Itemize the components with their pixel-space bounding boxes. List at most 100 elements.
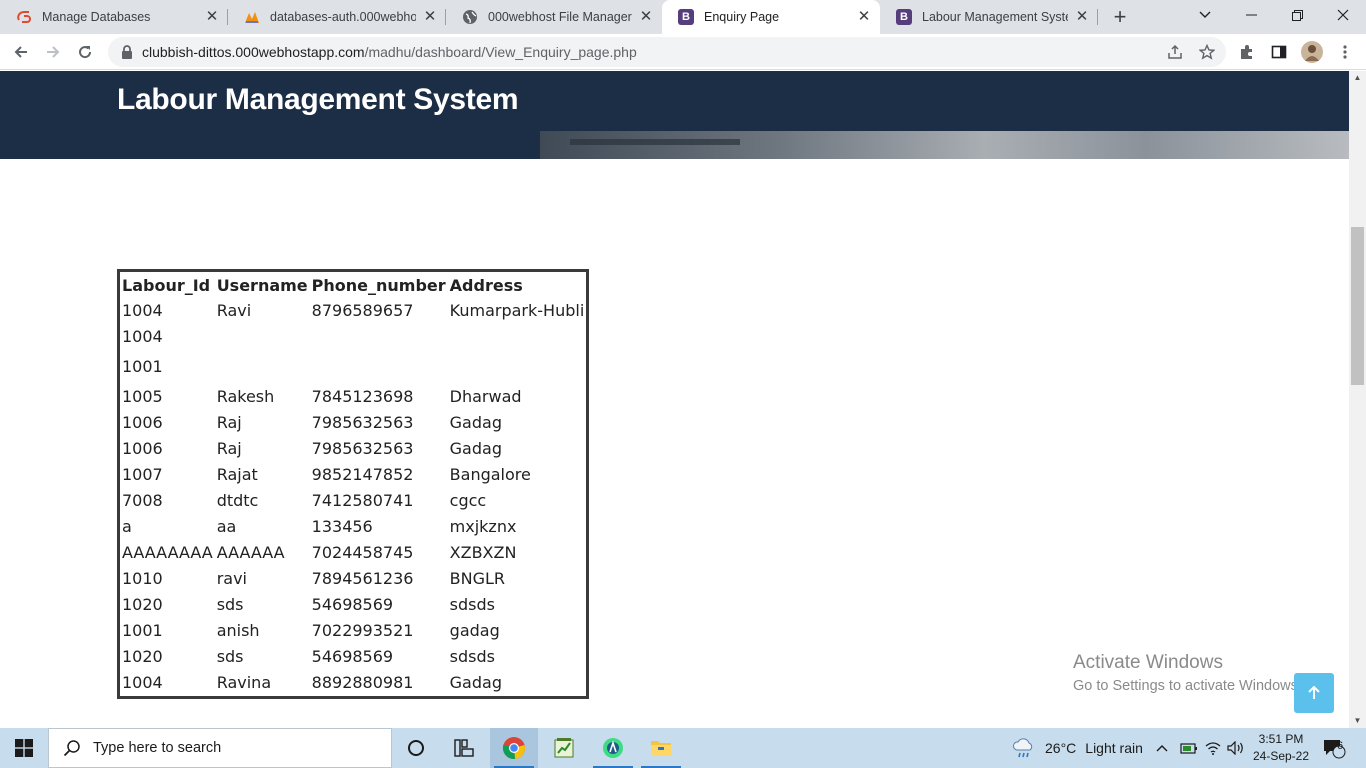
reload-button[interactable] [72,39,98,65]
close-tab-icon[interactable]: ✕ [1074,9,1090,25]
table-cell: 7894561236 [311,569,414,588]
column-header: Address [449,276,523,295]
table-row: 1004 Ravi 8796589657 Kumarpark-Hubli [119,298,588,324]
table-cell [310,354,448,384]
close-tab-icon[interactable]: ✕ [422,9,438,25]
table-cell: ravi [216,569,247,588]
scroll-down-arrow-icon[interactable]: ▼ [1349,714,1366,728]
volume-tray-icon[interactable] [1227,728,1245,768]
task-view-button[interactable] [440,728,488,768]
tab-title: Enquiry Page [704,10,780,24]
show-hidden-icons-button[interactable] [1156,728,1168,768]
share-button[interactable] [1162,39,1188,65]
table-cell: 1020 [122,595,163,614]
start-button[interactable] [0,728,48,768]
table-cell [215,324,310,354]
extensions-button[interactable] [1234,39,1260,65]
table-cell: 9852147852 [311,465,414,484]
taskbar-search-box[interactable]: Type here to search [48,728,392,768]
table-row: 1004 [119,324,588,354]
url-path: /madhu/dashboard/View_Enquiry_page.php [364,44,637,60]
table-row: 1005 Rakesh 7845123698 Dharwad [119,384,588,410]
tab-manage-databases[interactable]: Manage Databases ✕ [0,0,228,34]
globe-icon [462,9,478,25]
speaker-icon [1227,741,1243,755]
new-tab-button[interactable]: + [1108,5,1132,29]
network-tray-icon[interactable] [1205,728,1221,768]
battery-tray-icon[interactable] [1180,728,1198,768]
search-placeholder: Type here to search [93,740,222,756]
chevron-down-icon [1199,11,1211,18]
scrollbar-thumb[interactable] [1351,227,1364,385]
reload-icon [79,46,92,59]
folder-icon [651,741,671,756]
tab-title: Manage Databases [42,10,151,24]
bookmark-button[interactable] [1194,39,1220,65]
close-tab-icon[interactable]: ✕ [204,9,220,25]
address-bar[interactable]: clubbish-dittos.000webhostapp.com/madhu/… [108,37,1226,67]
tab-search-button[interactable] [1182,0,1228,30]
profile-button[interactable] [1299,39,1325,65]
notepad-taskbar-button[interactable] [540,728,588,768]
android-studio-taskbar-button[interactable] [589,728,637,768]
close-tab-icon[interactable]: ✕ [856,9,872,25]
table-row: 1007 Rajat 9852147852 Bangalore [119,462,588,488]
taskbar-clock[interactable]: 3:51 PM 24-Sep-22 [1250,731,1312,765]
side-panel-button[interactable] [1266,39,1292,65]
table-cell: Raj [216,413,242,432]
header-banner: Labour Management System [0,71,1349,159]
forward-button[interactable] [40,39,66,65]
tab-title: Labour Management System [922,10,1068,24]
table-cell [448,324,588,354]
restore-button[interactable] [1274,0,1320,30]
page-viewport: Labour Management System Labour_Id Usern… [0,71,1349,728]
tab-labour-management-system[interactable]: B Labour Management System ✕ [880,0,1098,34]
tab-databases-auth[interactable]: databases-auth.000webhost.a ✕ [228,0,446,34]
table-row: 1001 [119,354,588,384]
tab-enquiry-page[interactable]: B Enquiry Page ✕ [662,0,880,34]
scroll-up-arrow-icon[interactable]: ▲ [1349,71,1366,85]
weather-widget[interactable]: 26°C Light rain [1012,728,1143,768]
table-cell [215,354,310,384]
minimize-button[interactable] [1228,0,1274,30]
banner-background-image [540,131,1349,159]
notification-center-button[interactable]: 6 [1322,728,1346,768]
table-cell: 54698569 [311,595,394,614]
close-window-button[interactable] [1320,0,1366,30]
table-cell: sds [216,647,244,666]
table-cell: Gadag [449,413,502,432]
puzzle-icon [1241,45,1252,59]
table-cell: Rakesh [216,387,275,406]
table-cell: 7024458745 [311,543,414,562]
lock-icon [122,45,132,59]
chrome-taskbar-button[interactable] [490,728,538,768]
enquiry-table: Labour_Id Username Phone_number Address … [117,269,590,699]
tab-title: 000webhost File Manager [488,10,632,24]
bootstrap-icon: B [678,9,694,25]
table-row: 1020 sds 54698569 sdsds [119,592,588,618]
table-cell: BNGLR [449,569,506,588]
table-cell: 1006 [122,439,163,458]
url-host: clubbish-dittos.000webhostapp.com [142,44,365,60]
table-cell: 1020 [122,647,163,666]
table-cell: 1001 [122,621,163,640]
table-cell: sds [216,595,244,614]
url-text: clubbish-dittos.000webhostapp.com/madhu/… [142,44,637,60]
table-cell: 7985632563 [311,413,414,432]
tab-file-manager[interactable]: 000webhost File Manager ✕ [446,0,662,34]
table-row: 1004 Ravina 8892880981 Gadag [119,670,588,698]
table-cell: gadag [449,621,500,640]
table-cell: 54698569 [311,647,394,666]
file-explorer-taskbar-button[interactable] [637,728,685,768]
page-scrollbar[interactable]: ▲ ▼ [1349,71,1366,728]
table-cell: anish [216,621,260,640]
table-cell: 7008 [122,491,163,510]
back-button[interactable] [8,39,34,65]
table-row: 1020 sds 54698569 sdsds [119,644,588,670]
table-cell: sdsds [449,647,495,666]
clock-time: 3:51 PM [1258,732,1304,746]
cortana-button[interactable] [392,728,440,768]
scroll-to-top-button[interactable] [1294,673,1334,713]
close-tab-icon[interactable]: ✕ [638,9,654,25]
browser-menu-button[interactable] [1332,39,1358,65]
